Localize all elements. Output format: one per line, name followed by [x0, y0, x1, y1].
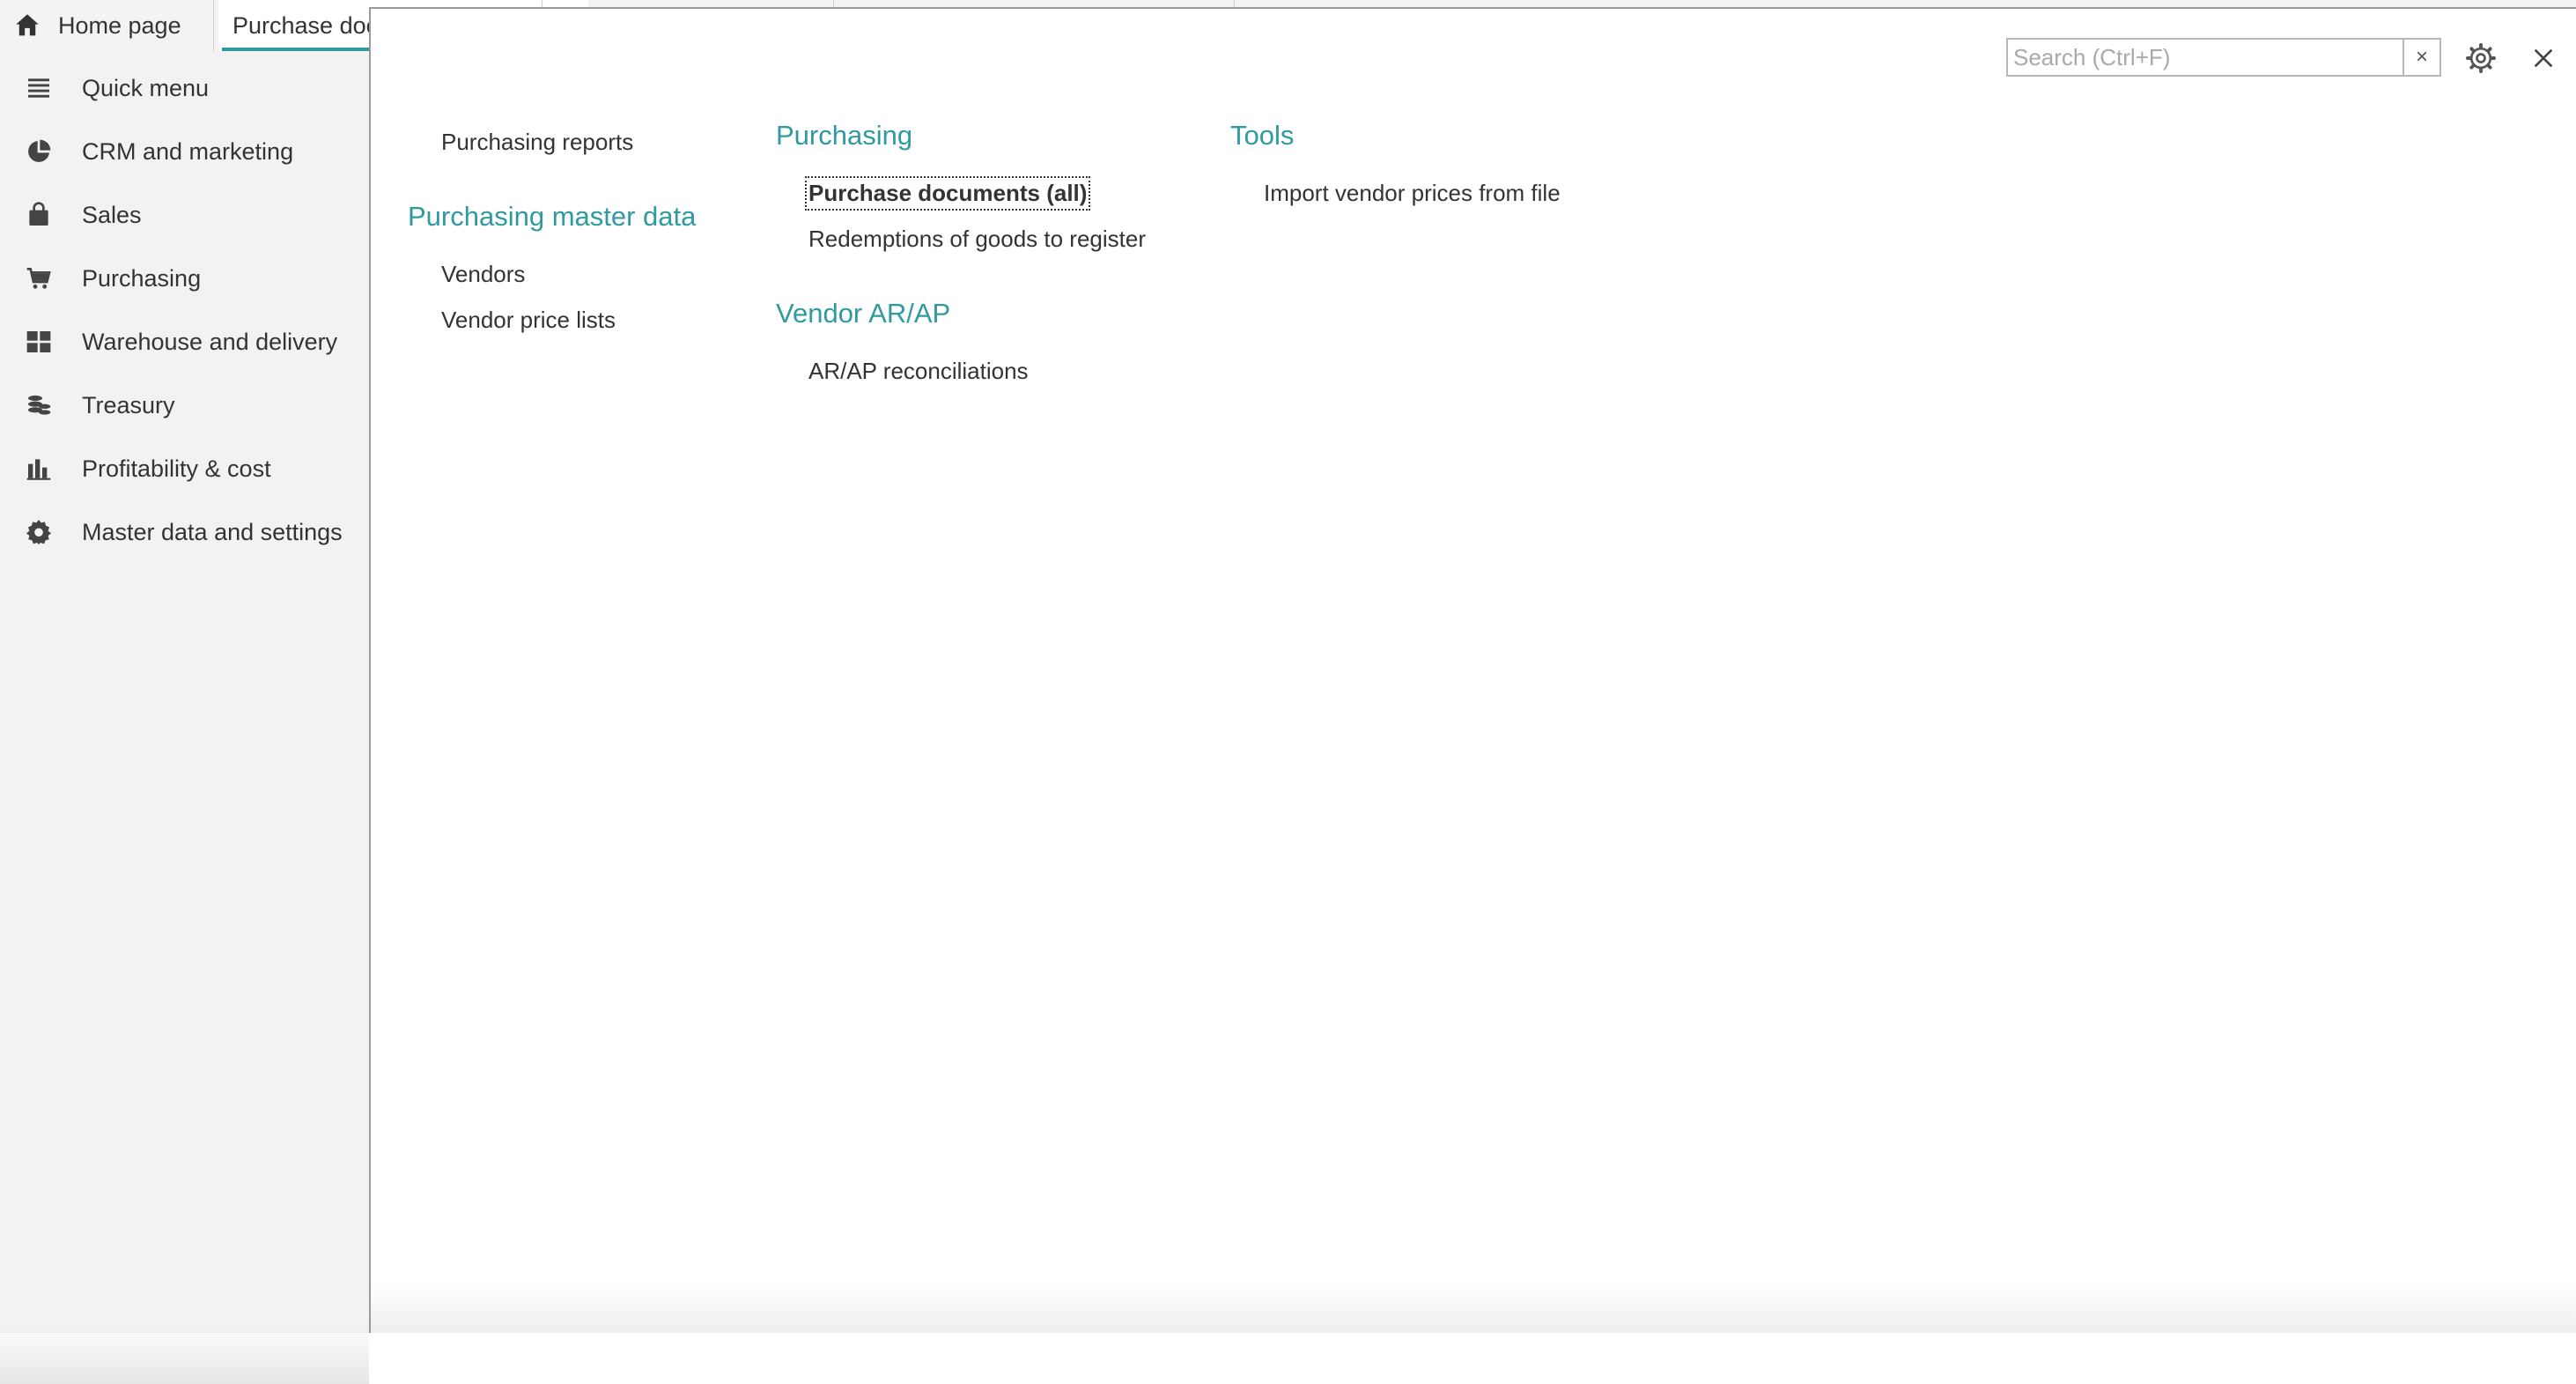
sidebar-item-master-data[interactable]: Master data and settings — [0, 506, 369, 559]
link-purchasing-reports[interactable]: Purchasing reports — [441, 129, 633, 156]
clear-search-button[interactable]: × — [2403, 40, 2439, 75]
tab-divider — [833, 0, 834, 7]
sidebar-item-profitability[interactable]: Profitability & cost — [0, 442, 369, 495]
cart-icon — [26, 268, 51, 289]
section-heading-purchasing: Purchasing — [776, 120, 913, 151]
bar-chart-icon — [26, 459, 51, 480]
gear-icon — [26, 520, 51, 544]
sidebar-item-treasury[interactable]: Treasury — [0, 379, 369, 432]
pie-chart-icon — [28, 139, 51, 162]
tab-home-label: Home page — [58, 11, 181, 39]
sidebar-item-label: Quick menu — [82, 74, 210, 101]
link-vendors[interactable]: Vendors — [441, 261, 525, 288]
shopping-bag-icon — [29, 202, 48, 226]
sidebar-item-warehouse[interactable]: Warehouse and delivery — [0, 315, 369, 368]
sidebar-item-label: Purchasing — [82, 264, 202, 292]
link-redemptions-of-goods[interactable]: Redemptions of goods to register — [808, 226, 1146, 253]
function-panel: × Purchasing reports Purchasing master d… — [369, 7, 2576, 1333]
sidebar-footer-shade — [0, 1320, 369, 1384]
section-heading-vendor-ar-ap: Vendor AR/AP — [776, 298, 951, 329]
link-ar-ap-reconciliations[interactable]: AR/AP reconciliations — [808, 358, 1029, 385]
sidebar-item-label: Warehouse and delivery — [82, 328, 338, 355]
settings-gear-icon[interactable] — [2465, 42, 2497, 74]
sidebar-item-quick-menu[interactable]: Quick menu — [0, 62, 369, 115]
coins-icon — [28, 395, 51, 415]
sidebar-item-label: Profitability & cost — [82, 455, 271, 482]
link-vendor-price-lists[interactable]: Vendor price lists — [441, 307, 616, 334]
sidebar-item-label: Treasury — [82, 391, 175, 418]
link-purchase-documents-all[interactable]: Purchase documents (all) — [804, 176, 1091, 211]
tab-divider — [1234, 0, 1235, 7]
sidebar-item-purchasing[interactable]: Purchasing — [0, 252, 369, 305]
panel-footer-shade — [371, 1280, 2576, 1333]
search-input[interactable] — [2008, 40, 2403, 75]
sidebar: Quick menu CRM and marketing Sales Purch… — [0, 51, 369, 1384]
grid-icon — [26, 331, 51, 352]
close-icon[interactable] — [2529, 44, 2558, 72]
tab-divider — [542, 0, 543, 7]
sidebar-item-crm[interactable]: CRM and marketing — [0, 125, 369, 178]
section-heading-tools: Tools — [1230, 120, 1295, 151]
section-heading-purchasing-master-data: Purchasing master data — [408, 201, 697, 232]
sidebar-item-sales[interactable]: Sales — [0, 189, 369, 241]
tab-home-page[interactable]: Home page — [0, 0, 214, 51]
sidebar-item-label: CRM and marketing — [82, 137, 294, 165]
list-icon — [28, 78, 49, 98]
home-icon — [16, 14, 39, 36]
link-import-vendor-prices[interactable]: Import vendor prices from file — [1264, 180, 1561, 207]
search-box: × — [2006, 38, 2441, 77]
sidebar-item-label: Master data and settings — [82, 518, 343, 545]
sidebar-item-label: Sales — [82, 201, 142, 228]
